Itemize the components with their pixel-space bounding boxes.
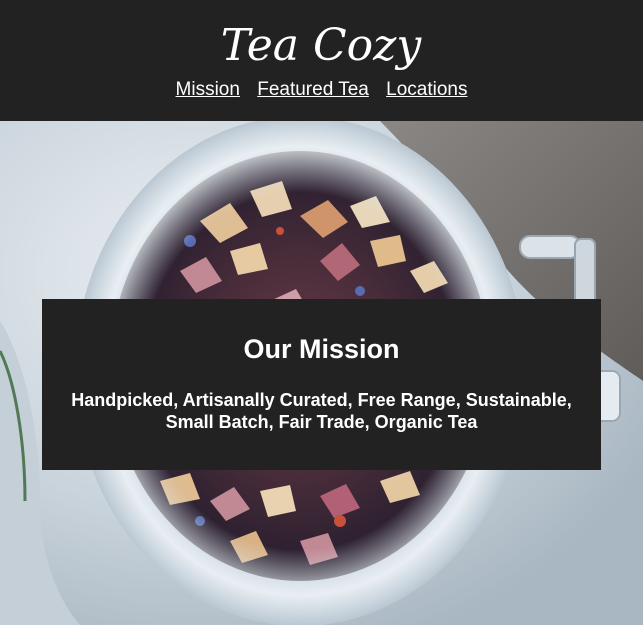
nav-link-locations[interactable]: Locations bbox=[386, 79, 467, 100]
site-header: Tea Cozy Mission Featured Tea Locations bbox=[0, 0, 643, 121]
nav-link-mission[interactable]: Mission bbox=[176, 79, 240, 100]
logo-graphic: Tea Cozy bbox=[221, 20, 423, 71]
mission-title: Our Mission bbox=[243, 334, 400, 364]
nav-link-featured-tea[interactable]: Featured Tea bbox=[257, 79, 369, 100]
main-nav: Mission Featured Tea Locations bbox=[0, 78, 643, 102]
mission-panel: Our Mission Handpicked, Artisanally Cura… bbox=[42, 299, 601, 470]
hero-banner: Our Mission Handpicked, Artisanally Cura… bbox=[0, 121, 643, 625]
mission-line-1: Handpicked, Artisanally Curated, Free Ra… bbox=[71, 390, 572, 410]
logo[interactable]: Tea Cozy bbox=[0, 10, 643, 76]
mission-line-2: Small Batch, Fair Trade, Organic Tea bbox=[165, 412, 478, 432]
logo-text: Tea Cozy bbox=[221, 20, 423, 71]
mission-description: Handpicked, Artisanally Curated, Free Ra… bbox=[42, 389, 601, 433]
